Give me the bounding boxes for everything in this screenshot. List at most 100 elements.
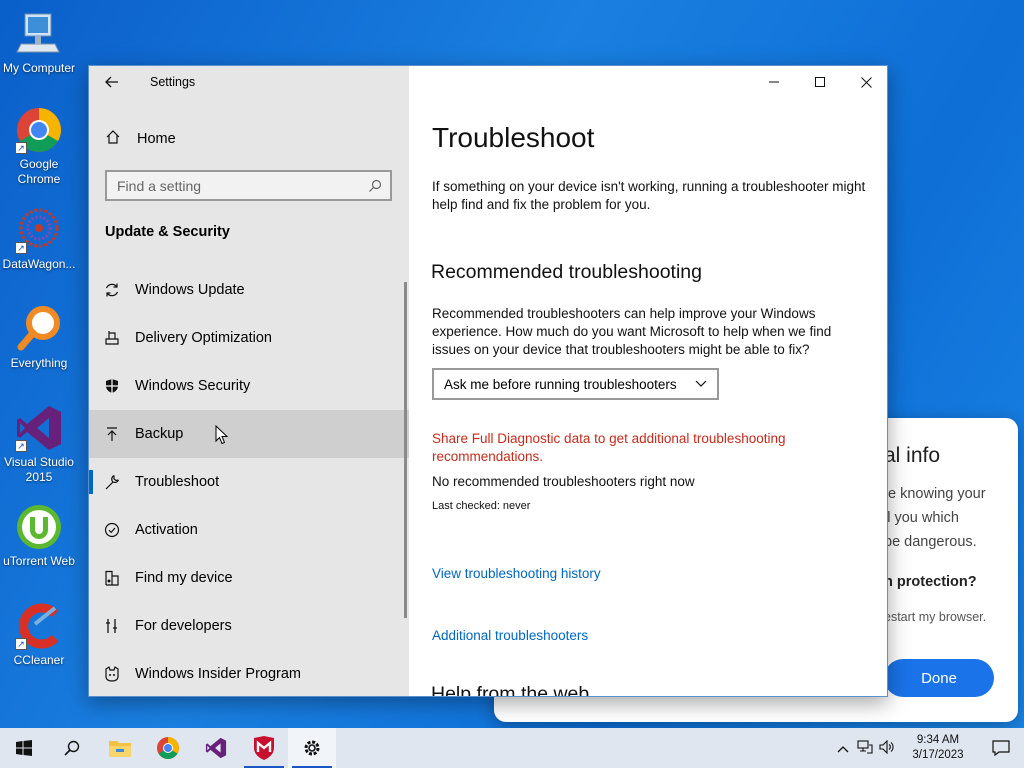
back-button[interactable] xyxy=(89,66,135,98)
shield-icon xyxy=(89,378,135,394)
visual-studio-icon: ↗ xyxy=(15,404,63,452)
troubleshooter-preference-dropdown[interactable]: Ask me before running troubleshooters xyxy=(432,368,719,400)
everything-search-icon xyxy=(15,305,63,353)
settings-sidebar: Settings Home Find a setting Update & Se… xyxy=(89,66,409,696)
sidebar-item-for-developers[interactable]: For developers xyxy=(89,602,409,650)
dialog-option-text: estart my browser. xyxy=(884,610,987,624)
shortcut-arrow-icon: ↗ xyxy=(15,638,27,650)
check-circle-icon xyxy=(89,522,135,538)
sidebar-scrollbar[interactable] xyxy=(404,282,407,618)
wrench-icon xyxy=(89,474,135,490)
taskbar: 9:34 AM 3/17/2023 xyxy=(0,728,1024,768)
sync-icon xyxy=(89,282,135,298)
desktop-icon-ccleaner[interactable]: ↗ CCleaner xyxy=(0,602,78,668)
sidebar-item-activation[interactable]: Activation xyxy=(89,506,409,554)
dialog-title: al info xyxy=(884,444,941,467)
section-title: Update & Security xyxy=(105,224,230,240)
taskbar-visual-studio[interactable] xyxy=(192,728,240,768)
search-placeholder: Find a setting xyxy=(117,177,202,194)
volume-icon[interactable] xyxy=(876,739,898,757)
notification-icon xyxy=(992,740,1010,756)
additional-troubleshooters-link[interactable]: Additional troubleshooters xyxy=(432,628,588,643)
computer-icon xyxy=(15,10,63,58)
sidebar-item-backup[interactable]: Backup xyxy=(89,410,409,458)
sidebar-item-delivery-optimization[interactable]: Delivery Optimization xyxy=(89,314,409,362)
find-setting-search-input[interactable]: Find a setting xyxy=(105,170,392,201)
find-device-icon xyxy=(89,570,135,586)
sidebar-item-label: Backup xyxy=(135,426,184,442)
sidebar-item-find-my-device[interactable]: Find my device xyxy=(89,554,409,602)
notification-center-button[interactable] xyxy=(978,740,1024,756)
done-button[interactable]: Done xyxy=(884,659,994,697)
recommended-description: Recommended troubleshooters can help imp… xyxy=(432,306,832,357)
home-label: Home xyxy=(137,131,176,147)
sidebar-item-label: Find my device xyxy=(135,570,233,586)
sidebar-item-label: Windows Insider Program xyxy=(135,666,301,682)
datawagon-icon: ↗ xyxy=(15,206,63,254)
sidebar-item-windows-insider-program[interactable]: Windows Insider Program xyxy=(89,650,409,696)
sidebar-item-windows-update[interactable]: Windows Update xyxy=(89,266,409,314)
shortcut-arrow-icon: ↗ xyxy=(15,440,27,452)
insider-icon xyxy=(89,666,135,682)
maximize-button[interactable] xyxy=(797,66,843,98)
last-checked-text: Last checked: never xyxy=(432,500,531,512)
dropdown-value: Ask me before running troubleshooters xyxy=(444,376,677,392)
sidebar-item-label: Troubleshoot xyxy=(135,474,220,490)
dialog-text-line: ll you which xyxy=(884,510,959,526)
mouse-cursor-icon xyxy=(215,425,229,445)
ccleaner-icon: ↗ xyxy=(15,602,63,650)
page-title: Troubleshoot xyxy=(432,122,595,153)
dialog-text-line: te knowing your xyxy=(884,486,986,502)
desktop-icon-everything[interactable]: Everything xyxy=(0,305,78,371)
desktop-icon-datawagon[interactable]: ↗ DataWagon... xyxy=(0,206,78,272)
shortcut-arrow-icon: ↗ xyxy=(15,242,27,254)
window-title: Settings xyxy=(150,75,196,89)
shortcut-arrow-icon: ↗ xyxy=(15,142,27,154)
chrome-icon xyxy=(157,737,179,759)
minimize-button[interactable] xyxy=(751,66,797,98)
recommended-heading: Recommended troubleshooting xyxy=(431,261,703,283)
chevron-up-icon[interactable] xyxy=(832,741,854,756)
view-history-link[interactable]: View troubleshooting history xyxy=(432,566,601,581)
mcafee-icon xyxy=(254,736,274,760)
desktop-icon-visual-studio[interactable]: ↗ Visual Studio 2015 xyxy=(0,404,78,485)
sidebar-item-label: For developers xyxy=(135,618,232,634)
help-from-web-heading: Help from the web xyxy=(431,683,590,697)
search-icon xyxy=(369,179,382,192)
utorrent-icon xyxy=(15,503,63,551)
taskbar-chrome[interactable] xyxy=(144,728,192,768)
no-recommended-text: No recommended troubleshooters right now xyxy=(432,474,695,489)
close-icon xyxy=(860,76,872,88)
developer-icon xyxy=(89,618,135,634)
taskbar-file-explorer[interactable] xyxy=(96,728,144,768)
home-icon xyxy=(89,129,137,149)
clock-date: 3/17/2023 xyxy=(912,749,964,761)
title-bar: Settings xyxy=(89,66,409,98)
taskbar-clock[interactable]: 9:34 AM 3/17/2023 xyxy=(898,733,978,763)
dialog-text-line: be dangerous. xyxy=(884,534,977,550)
chevron-down-icon xyxy=(695,380,707,387)
visual-studio-icon xyxy=(205,737,227,759)
file-explorer-icon xyxy=(109,741,131,757)
close-button[interactable] xyxy=(843,66,887,98)
share-diagnostic-link[interactable]: Share Full Diagnostic data to get additi… xyxy=(432,430,872,466)
sidebar-item-troubleshoot[interactable]: Troubleshoot xyxy=(89,458,409,506)
minimize-icon xyxy=(769,81,779,83)
home-nav-item[interactable]: Home xyxy=(89,122,409,156)
chrome-icon: ↗ xyxy=(15,106,63,154)
taskbar-mcafee[interactable] xyxy=(240,728,288,768)
desktop-icon-google-chrome[interactable]: ↗ Google Chrome xyxy=(0,106,78,187)
sidebar-nav: Windows Update Delivery Optimization Win… xyxy=(89,266,409,696)
sidebar-item-label: Windows Update xyxy=(135,282,245,298)
start-button[interactable] xyxy=(0,728,48,768)
sidebar-item-windows-security[interactable]: Windows Security xyxy=(89,362,409,410)
desktop-icon-utorrent[interactable]: uTorrent Web xyxy=(0,503,78,569)
intro-text: If something on your device isn't workin… xyxy=(432,179,866,212)
search-icon xyxy=(64,740,80,756)
network-icon[interactable] xyxy=(854,739,876,757)
taskbar-search-button[interactable] xyxy=(48,728,96,768)
taskbar-settings[interactable] xyxy=(288,728,336,768)
system-tray: 9:34 AM 3/17/2023 xyxy=(832,728,1024,768)
sidebar-item-label: Activation xyxy=(135,522,198,538)
desktop-icon-my-computer[interactable]: My Computer xyxy=(0,10,78,76)
